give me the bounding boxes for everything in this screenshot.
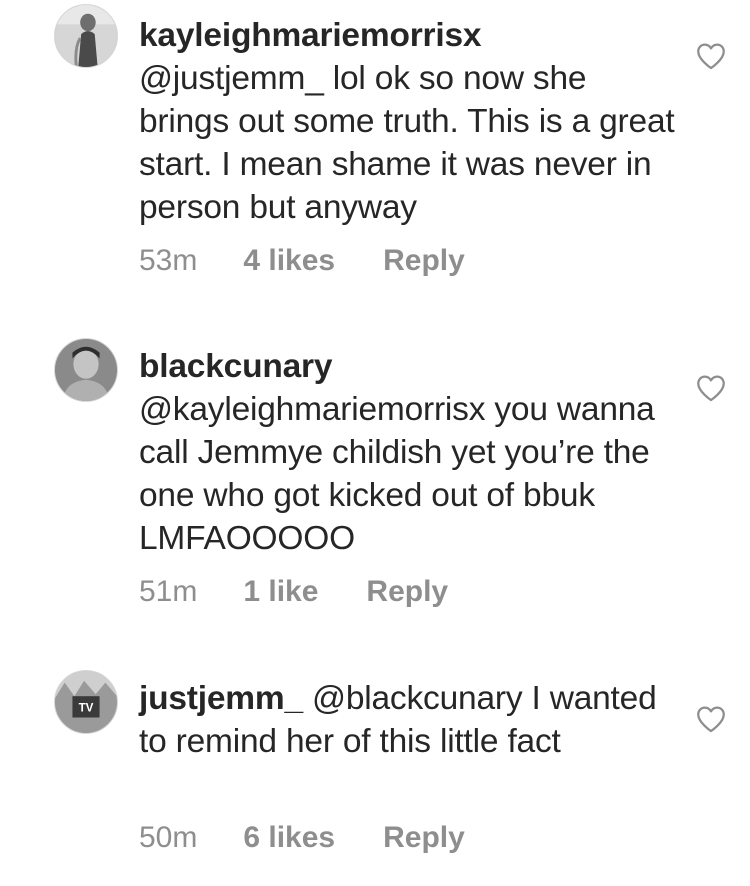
- heart-outline-icon[interactable]: [694, 702, 728, 736]
- avatar[interactable]: [54, 4, 118, 68]
- comment-body: blackcunary @kayleighmariemorrisx you wan…: [139, 345, 679, 560]
- reply-button[interactable]: Reply: [383, 821, 465, 855]
- avatar-photo-icon: [55, 339, 117, 401]
- comment-text: @justjemm_ lol ok so now she brings out …: [139, 60, 675, 226]
- comment-meta: 53m 4 likes Reply: [139, 244, 465, 278]
- comment-meta: 50m 6 likes Reply: [139, 821, 465, 855]
- comment-body: kayleighmariemorrisx @justjemm_ lol ok so…: [139, 14, 679, 229]
- comment-username[interactable]: blackcunary: [139, 348, 333, 385]
- comment-text: @kayleighmariemorrisx you wanna call Jem…: [139, 391, 655, 557]
- comment-text-block: kayleighmariemorrisx @justjemm_ lol ok so…: [139, 14, 679, 229]
- comment-likes-link[interactable]: 6 likes: [243, 821, 335, 855]
- comment-text-block: blackcunary @kayleighmariemorrisx you wan…: [139, 345, 679, 560]
- reply-button[interactable]: Reply: [383, 244, 465, 278]
- avatar-photo-icon: [55, 5, 117, 67]
- comment-meta: 51m 1 like Reply: [139, 575, 448, 609]
- heart-outline-icon[interactable]: [694, 39, 728, 73]
- comment-timestamp: 50m: [139, 821, 198, 854]
- avatar[interactable]: TV: [54, 670, 118, 734]
- comment-username[interactable]: kayleighmariemorrisx: [139, 17, 482, 54]
- heart-outline-icon[interactable]: [694, 371, 728, 405]
- reply-button[interactable]: Reply: [366, 575, 448, 609]
- comment-likes-link[interactable]: 4 likes: [243, 244, 335, 278]
- comment-body: justjemm_ @blackcunary I wanted to remin…: [139, 677, 679, 763]
- comment-timestamp: 51m: [139, 575, 198, 608]
- svg-text:TV: TV: [79, 702, 94, 715]
- comment-likes-link[interactable]: 1 like: [243, 575, 318, 609]
- comment-username[interactable]: justjemm_: [139, 680, 303, 717]
- comment-timestamp: 53m: [139, 244, 198, 277]
- avatar[interactable]: [54, 338, 118, 402]
- comment-text-block: justjemm_ @blackcunary I wanted to remin…: [139, 677, 679, 763]
- avatar-photo-icon: TV: [55, 671, 117, 733]
